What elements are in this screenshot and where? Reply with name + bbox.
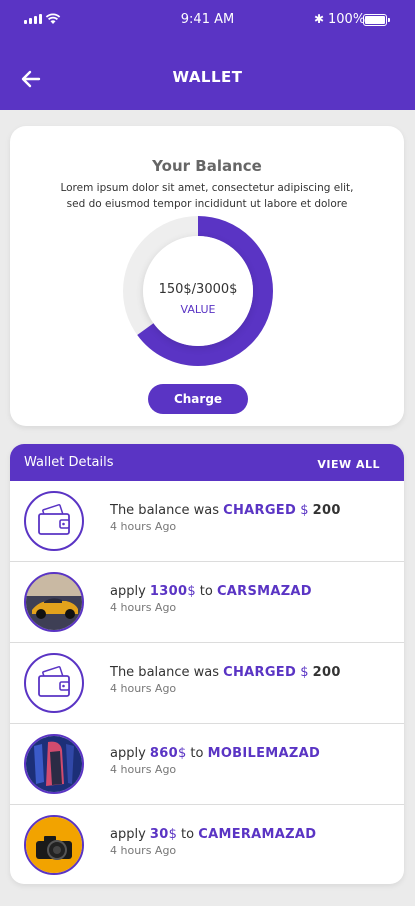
list-item[interactable]: The balance was CHARGED $ 200 4 hours Ag… <box>10 481 404 562</box>
balance-value: 150$/3000$ <box>158 282 238 297</box>
page-title: WALLET <box>172 68 243 86</box>
list-item[interactable]: apply 30$ to CAMERAMAZAD 4 hours Ago <box>10 805 404 884</box>
bluetooth-icon: ✱ <box>314 12 325 26</box>
item-time: 4 hours Ago <box>110 520 177 533</box>
view-all-link[interactable]: VIEW ALL <box>317 458 380 471</box>
item-time: 4 hours Ago <box>110 844 177 857</box>
list-item[interactable]: apply 860$ to MOBILEMAZAD 4 hours Ago <box>10 724 404 805</box>
mobile-image <box>24 734 84 794</box>
battery-percent: 100% <box>328 12 366 27</box>
status-bar: 9:41 AM ✱ 100% <box>0 10 415 30</box>
balance-title: Your Balance <box>152 157 262 175</box>
item-time: 4 hours Ago <box>110 763 177 776</box>
wallet-details-card: Wallet Details VIEW ALL The balance was … <box>10 444 404 884</box>
battery-icon <box>363 14 390 26</box>
wallet-details-title: Wallet Details <box>24 455 114 470</box>
balance-card: Your Balance Lorem ipsum dolor sit amet,… <box>10 126 404 426</box>
wallet-icon <box>24 653 84 713</box>
charge-button[interactable]: Charge <box>148 384 248 414</box>
wallet-icon <box>24 491 84 551</box>
item-time: 4 hours Ago <box>110 601 177 614</box>
item-time: 4 hours Ago <box>110 682 177 695</box>
list-item[interactable]: apply 1300$ to CARSMAZAD 4 hours Ago <box>10 562 404 643</box>
app-header: 9:41 AM ✱ 100% WALLET <box>0 0 415 110</box>
list-item[interactable]: The balance was CHARGED $ 200 4 hours Ag… <box>10 643 404 724</box>
car-image <box>24 572 84 632</box>
camera-image <box>24 815 84 875</box>
wallet-details-header: Wallet Details VIEW ALL <box>10 444 404 481</box>
balance-description: Lorem ipsum dolor sit amet, consectetur … <box>60 182 354 210</box>
balance-value-label: VALUE <box>180 303 216 316</box>
transaction-list: The balance was CHARGED $ 200 4 hours Ag… <box>10 481 404 884</box>
